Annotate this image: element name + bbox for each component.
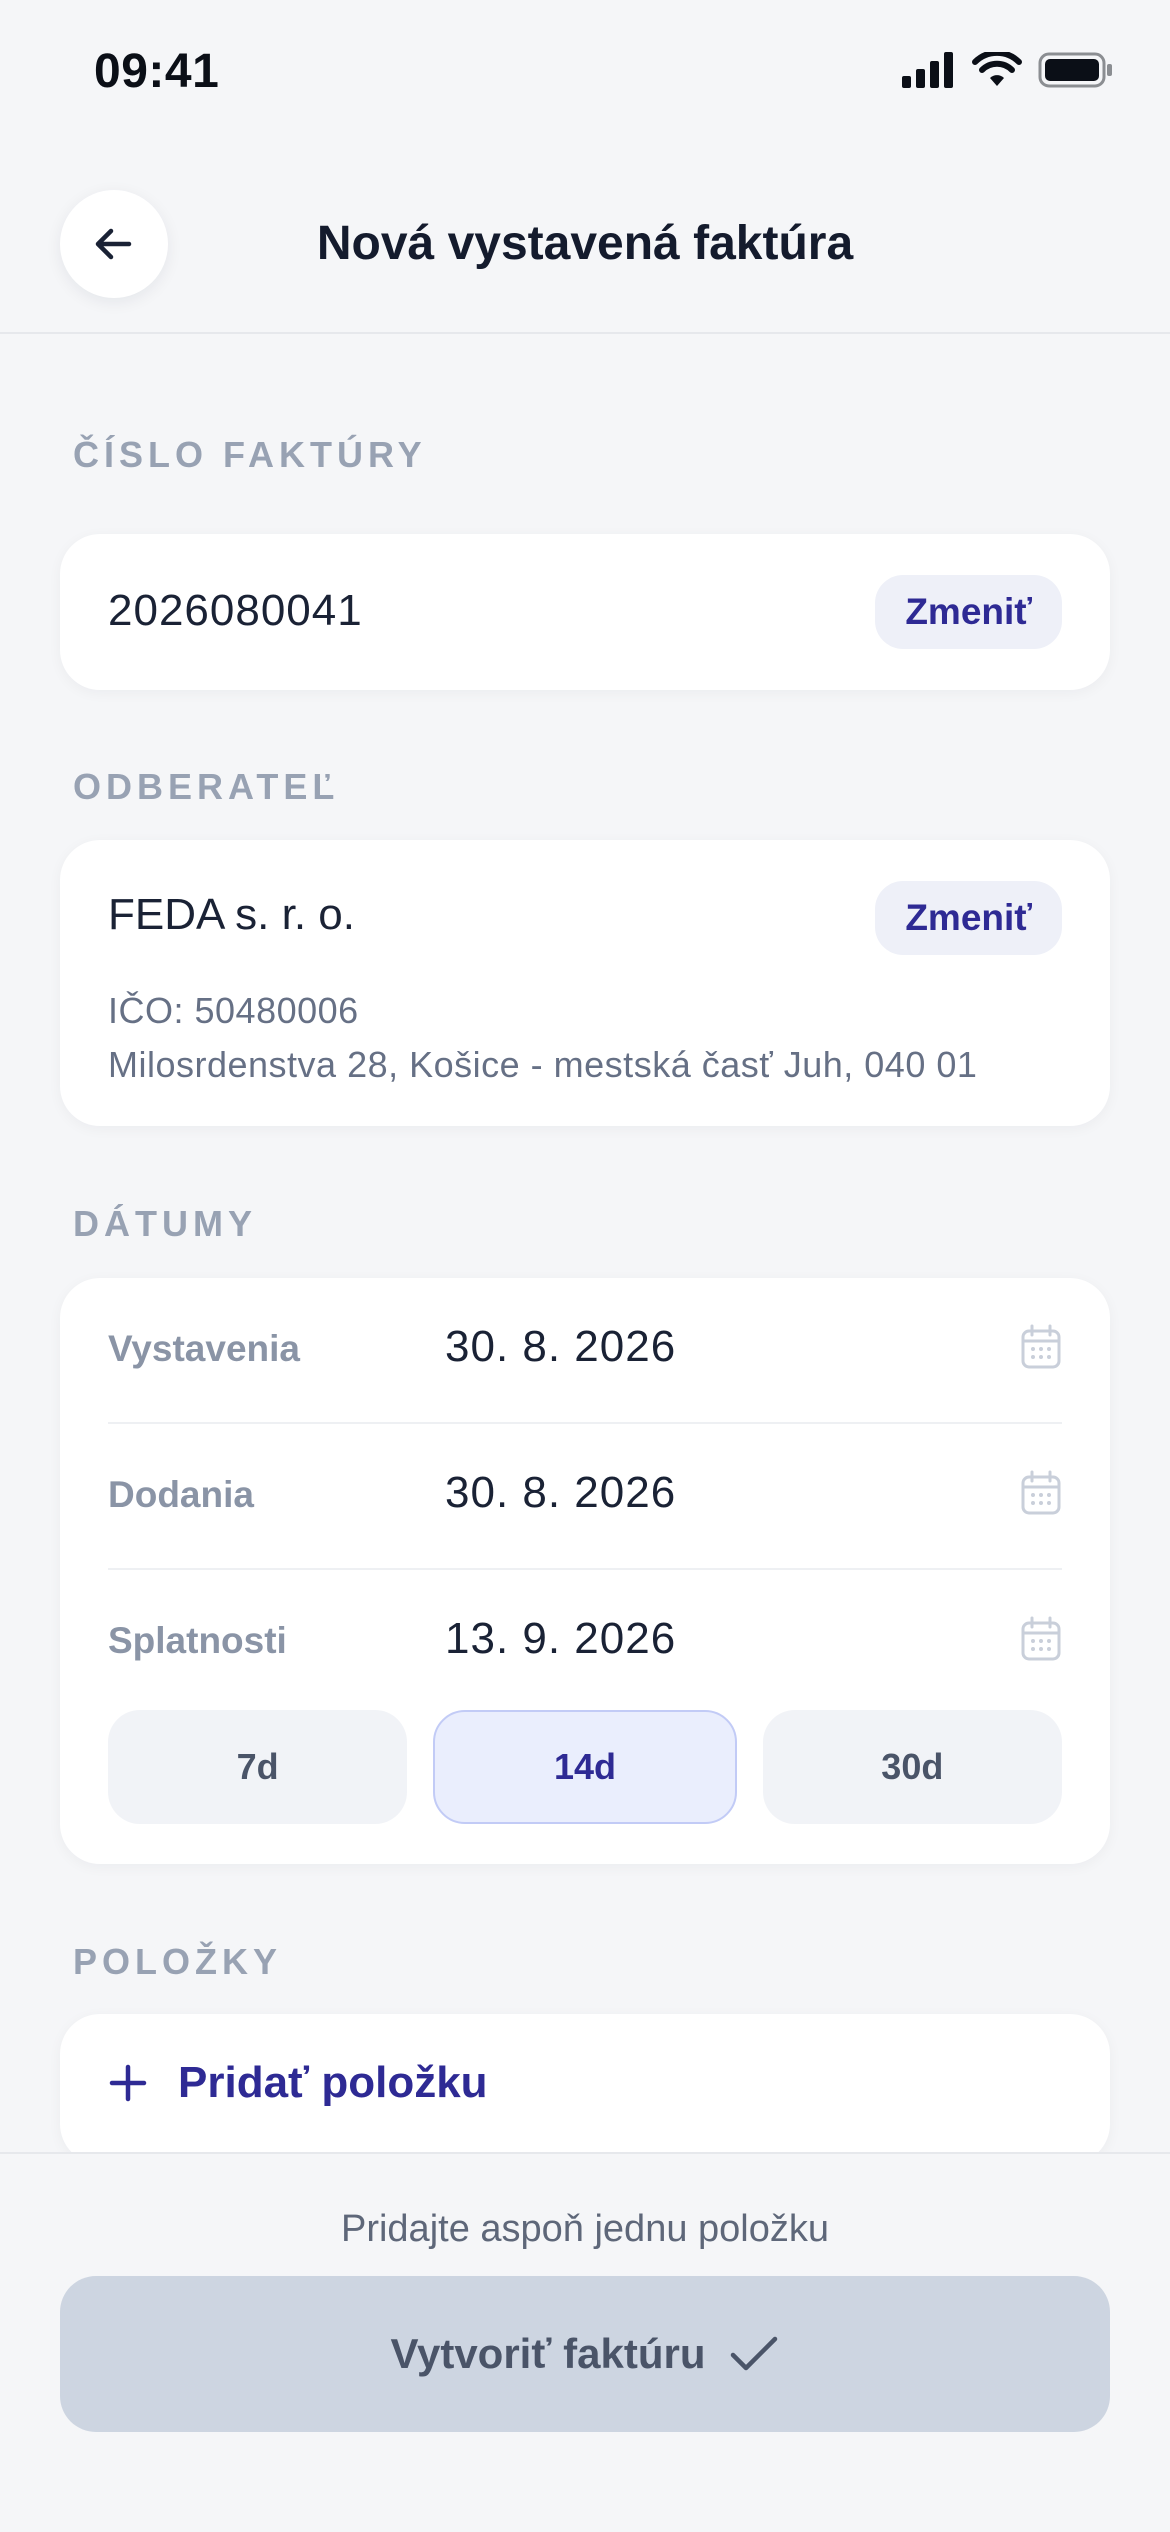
section-label-client: ODBERATEĽ — [73, 766, 340, 807]
section-label-invoice-number: ČÍSLO FAKTÚRY — [73, 434, 427, 475]
app-header: Nová vystavená faktúra — [0, 150, 1170, 334]
add-item-button[interactable]: Pridať položku — [108, 2058, 488, 2108]
create-invoice-label: Vytvoriť faktúru — [390, 2330, 706, 2377]
date-label-due: Splatnosti — [108, 1620, 287, 1661]
client-address: Milosrdenstva 28, Košice - mestská časť … — [108, 1044, 978, 1085]
status-icons — [902, 52, 1114, 88]
items-card: Pridať položku — [60, 2014, 1110, 2164]
invoice-number-card: 2026080041 Zmeniť — [60, 534, 1110, 690]
status-bar: 09:41 — [0, 0, 1170, 150]
calendar-icon[interactable] — [1020, 1324, 1062, 1370]
change-invoice-number-button[interactable]: Zmeniť — [875, 575, 1062, 649]
due-preset-30d[interactable]: 30d — [762, 1710, 1062, 1824]
battery-icon — [1038, 52, 1112, 88]
plus-icon — [109, 2064, 147, 2102]
add-item-label: Pridať položku — [178, 2058, 488, 2107]
wifi-icon — [972, 52, 1022, 86]
check-icon — [731, 2336, 778, 2371]
date-row-issue[interactable]: Vystavenia 30. 8. 2026 — [108, 1278, 1062, 1424]
status-time: 09:41 — [94, 45, 220, 98]
client-name: FEDA s. r. o. — [108, 890, 355, 939]
change-client-button[interactable]: Zmeniť — [875, 881, 1062, 955]
bottom-action-bar: Pridajte aspoň jednu položku Vytvoriť fa… — [0, 2152, 1170, 2532]
section-label-dates: DÁTUMY — [73, 1203, 257, 1244]
date-label-delivery: Dodania — [108, 1474, 254, 1515]
client-card: FEDA s. r. o. Zmeniť IČO: 50480006 Milos… — [60, 840, 1110, 1126]
date-row-due[interactable]: Splatnosti 13. 9. 2026 — [108, 1570, 1062, 1716]
validation-hint: Pridajte aspoň jednu položku — [340, 2208, 829, 2250]
date-value-delivery[interactable]: 30. 8. 2026 — [445, 1468, 676, 1518]
due-preset-7d[interactable]: 7d — [108, 1710, 408, 1824]
create-invoice-button[interactable]: Vytvoriť faktúru — [60, 2276, 1110, 2432]
calendar-icon[interactable] — [1020, 1616, 1062, 1662]
date-row-delivery[interactable]: Dodania 30. 8. 2026 — [108, 1424, 1062, 1570]
date-value-due[interactable]: 13. 9. 2026 — [445, 1614, 676, 1664]
section-label-items: POLOŽKY — [73, 1941, 283, 1982]
due-preset-group: 7d 14d 30d — [108, 1710, 1062, 1824]
invoice-number-value: 2026080041 — [108, 586, 363, 635]
calendar-icon[interactable] — [1020, 1470, 1062, 1516]
date-label-issue: Vystavenia — [108, 1328, 300, 1369]
dates-card: Vystavenia 30. 8. 2026 Dodania 30. 8. 20… — [60, 1278, 1110, 1864]
due-preset-14d[interactable]: 14d — [433, 1710, 737, 1824]
client-ico: IČO: 50480006 — [108, 990, 359, 1031]
signal-icon — [902, 52, 953, 88]
page-title: Nová vystavená faktúra — [316, 217, 854, 270]
date-value-issue[interactable]: 30. 8. 2026 — [445, 1322, 676, 1372]
